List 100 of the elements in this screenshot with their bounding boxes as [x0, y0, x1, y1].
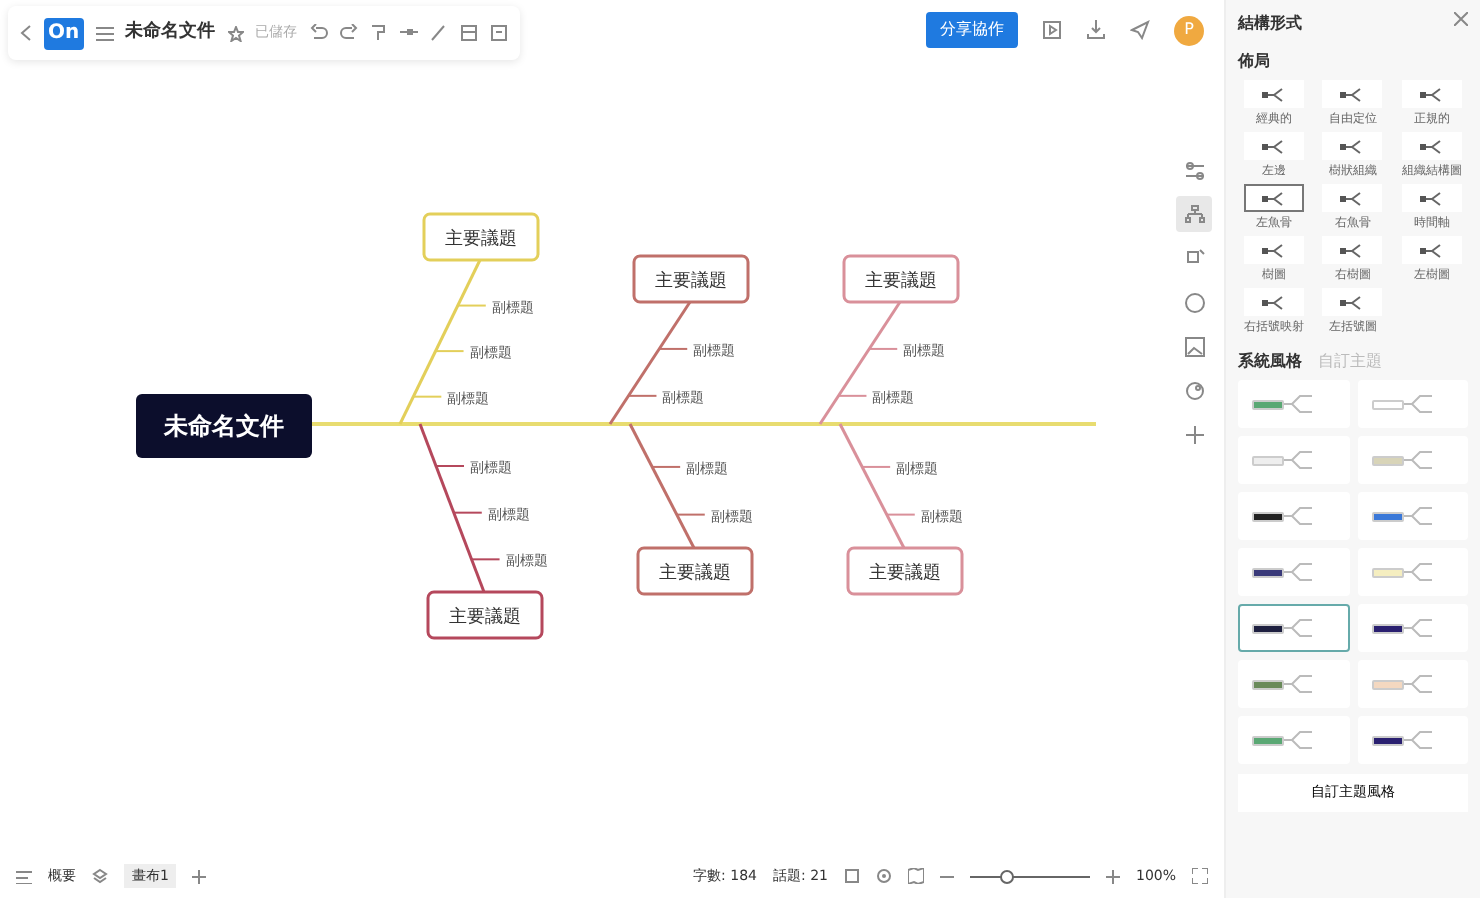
theme-thumbnail[interactable] — [1357, 660, 1468, 708]
layout-icon — [1340, 87, 1365, 101]
layout-option[interactable] — [1401, 132, 1462, 160]
theme-thumbnail[interactable] — [1357, 436, 1468, 484]
branch-lines-icon — [1284, 448, 1312, 472]
branch-lines-icon — [1284, 672, 1312, 696]
theme-thumbnail[interactable] — [1357, 716, 1468, 764]
add-icon[interactable] — [1183, 423, 1205, 445]
branch-lines-icon — [1284, 504, 1312, 528]
theme-thumbnail[interactable] — [1238, 380, 1349, 428]
layout-icon — [1262, 243, 1287, 257]
layout-icon — [1340, 191, 1365, 205]
layout-icon — [1340, 243, 1365, 257]
map-icon[interactable] — [907, 868, 924, 884]
leader-line — [651, 465, 682, 468]
sliders-icon[interactable] — [1183, 159, 1205, 181]
main-topic: 主要議題 — [636, 546, 754, 596]
layout-icon — [1262, 295, 1287, 309]
outline-icon[interactable] — [16, 869, 32, 883]
structure-tool[interactable] — [1176, 196, 1212, 232]
add-icon[interactable] — [192, 869, 207, 883]
zoom-in-icon[interactable] — [1105, 869, 1120, 883]
fit-icon[interactable] — [843, 868, 860, 884]
theme-thumbnail[interactable] — [1238, 716, 1349, 764]
branch-lines-icon — [1403, 728, 1431, 752]
leader-line — [837, 394, 868, 397]
theme-thumbnail[interactable] — [1238, 604, 1349, 652]
leader-line — [658, 347, 689, 350]
leader-line — [627, 394, 658, 397]
leader-line — [470, 558, 501, 561]
branch-lines-icon — [1403, 616, 1431, 640]
branch-lines-icon — [1403, 560, 1431, 584]
branch-lines-icon — [1403, 392, 1431, 416]
app-logo[interactable]: On — [44, 17, 84, 49]
theme-thumbnail[interactable] — [1357, 604, 1468, 652]
theme-thumbnail[interactable] — [1238, 548, 1349, 596]
branch-line — [608, 301, 692, 425]
layout-option[interactable] — [1244, 288, 1305, 316]
layout-option[interactable] — [1401, 184, 1462, 212]
leader-line — [452, 511, 483, 514]
layout-option[interactable] — [1244, 80, 1305, 108]
main-topic: 主要議題 — [842, 254, 960, 304]
star-icon[interactable] — [227, 25, 244, 41]
main-topic: 主要議題 — [426, 590, 544, 640]
locate-icon[interactable] — [875, 868, 892, 884]
layout-option[interactable] — [1244, 132, 1305, 160]
download-icon[interactable] — [1086, 20, 1106, 40]
menu-icon[interactable] — [95, 25, 114, 41]
theme-thumbnail[interactable] — [1238, 492, 1349, 540]
present-icon[interactable] — [1042, 20, 1062, 40]
layout-option[interactable] — [1322, 288, 1383, 316]
leader-line — [412, 395, 443, 398]
close-icon[interactable] — [1454, 12, 1468, 26]
leader-line — [434, 350, 465, 353]
send-icon[interactable] — [1130, 20, 1150, 40]
zoom-slider-thumb[interactable] — [999, 869, 1014, 883]
layout-icon — [1419, 87, 1444, 101]
layout-icon — [1340, 139, 1365, 153]
branch-lines-icon — [1284, 616, 1312, 640]
layout-icon — [1262, 139, 1287, 153]
layout-option[interactable] — [1322, 184, 1383, 212]
theme-thumbnail[interactable] — [1357, 380, 1468, 428]
theme-thumbnail[interactable] — [1357, 492, 1468, 540]
branch-line — [818, 301, 902, 425]
leader-line — [861, 465, 892, 468]
layout-icon — [1419, 243, 1444, 257]
leader-line — [456, 304, 487, 307]
pen-icon[interactable] — [429, 24, 448, 42]
main-topic: 主要議題 — [632, 254, 750, 304]
redo-icon[interactable] — [339, 24, 358, 42]
back-icon[interactable] — [20, 24, 32, 42]
panel-tab[interactable]: 系統風格 — [1238, 350, 1302, 374]
document-title[interactable]: 未命名文件 — [125, 19, 216, 47]
section-heading: 佈局 — [1238, 50, 1272, 74]
image-icon[interactable] — [1183, 335, 1205, 357]
layout-option[interactable] — [1244, 184, 1305, 212]
layout-option[interactable] — [1401, 236, 1462, 264]
panel-title: 結構形式 — [1238, 12, 1302, 36]
leader-line — [868, 347, 899, 350]
layout-icon — [1419, 139, 1444, 153]
layout-option[interactable] — [1322, 80, 1383, 108]
layout-icon — [1262, 87, 1287, 101]
layout-icon — [1419, 191, 1444, 205]
layout-option[interactable] — [1401, 80, 1462, 108]
layout-option[interactable] — [1322, 236, 1383, 264]
structure-icon[interactable] — [1183, 203, 1205, 225]
layout-icon — [1262, 191, 1287, 205]
theme-thumbnail[interactable] — [1357, 548, 1468, 596]
share-button[interactable]: 分享協作 — [926, 12, 1018, 48]
layout-option[interactable] — [1322, 132, 1383, 160]
undo-icon[interactable] — [309, 24, 328, 42]
branch-lines-icon — [1403, 504, 1431, 528]
layers-icon[interactable] — [92, 868, 108, 884]
branch-lines-icon — [1403, 672, 1431, 696]
theme-thumbnail[interactable] — [1238, 436, 1349, 484]
layout-icon — [1340, 295, 1365, 309]
layout-option[interactable] — [1244, 236, 1305, 264]
theme-thumbnail[interactable] — [1238, 660, 1349, 708]
fullscreen-icon[interactable] — [1192, 868, 1208, 884]
main-topic: 主要議題 — [422, 212, 540, 262]
